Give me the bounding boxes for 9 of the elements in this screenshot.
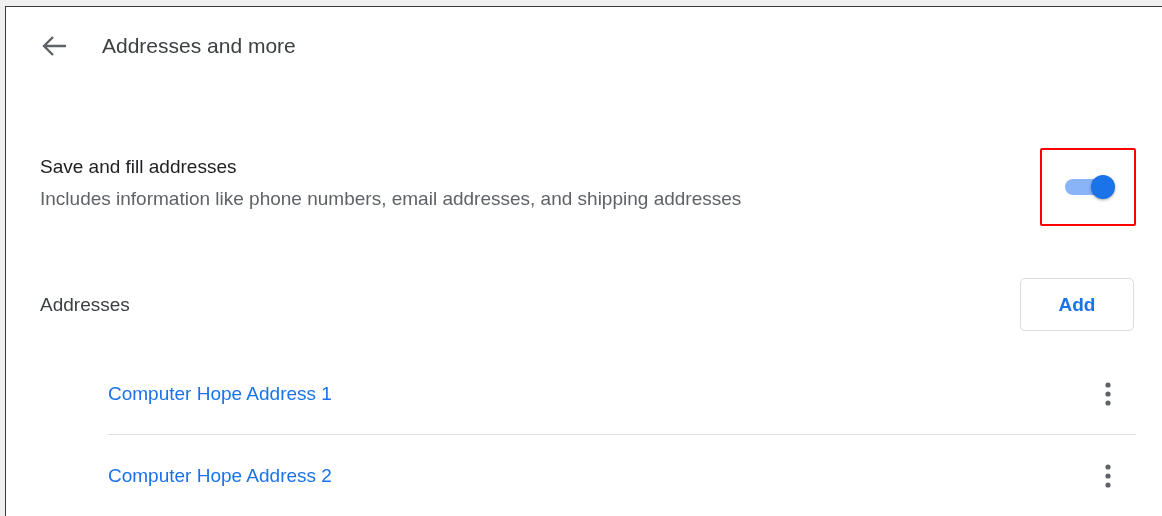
address-link[interactable]: Computer Hope Address 2 xyxy=(108,464,332,487)
section-heading: Addresses xyxy=(40,293,130,316)
setting-label: Save and fill addresses xyxy=(40,156,238,178)
more-icon[interactable] xyxy=(1104,380,1112,407)
more-icon[interactable] xyxy=(1104,462,1112,489)
add-button[interactable]: Add xyxy=(1020,278,1134,331)
address-link[interactable]: Computer Hope Address 1 xyxy=(108,382,332,405)
page-title: Addresses and more xyxy=(102,33,296,58)
setting-description: Includes information like phone numbers, email addresses, and shipping addresses xyxy=(40,188,742,210)
